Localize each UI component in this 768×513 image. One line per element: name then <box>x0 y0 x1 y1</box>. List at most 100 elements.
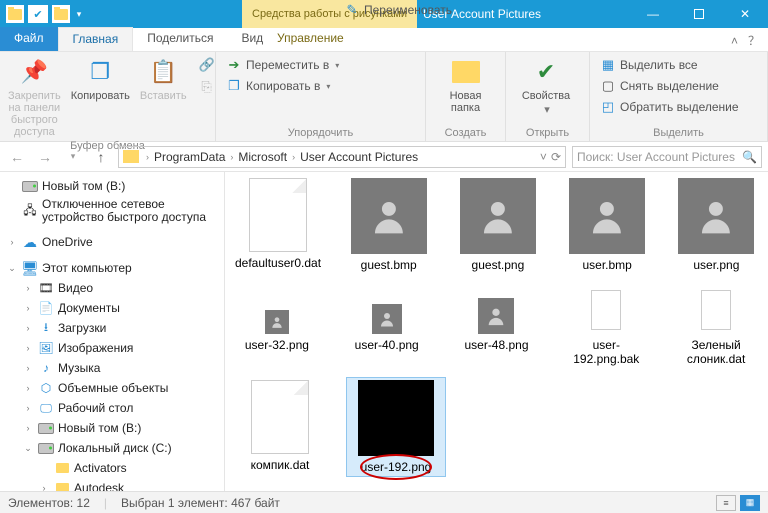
file-name: user-32.png <box>243 338 311 352</box>
nav-back-button[interactable]: ← <box>6 146 28 168</box>
nav-history-button[interactable]: ▾ <box>62 146 84 168</box>
qat-properties-icon[interactable]: ✔ <box>28 5 48 23</box>
file-item[interactable]: guest.bmp <box>345 178 432 272</box>
pin-icon: 📌 <box>18 56 50 88</box>
view-icons-button[interactable]: ▦ <box>740 495 760 511</box>
nav-forward-button[interactable]: → <box>34 146 56 168</box>
properties-icon: ✔ <box>530 56 562 88</box>
tree-drive-b[interactable]: Новый том (B:) <box>0 176 224 196</box>
file-name: компик.dat <box>249 458 312 472</box>
tree-onedrive[interactable]: ›☁OneDrive <box>0 232 224 252</box>
copy-button[interactable]: ❐ Копировать <box>71 56 130 102</box>
tree-thispc[interactable]: ⌄🖥Этот компьютер <box>0 258 224 278</box>
select-all-button[interactable]: ▦Выделить все <box>598 56 759 74</box>
tree-3dobjects[interactable]: ›⬡Объемные объекты <box>0 378 224 398</box>
chevron-down-icon: ▾ <box>335 61 339 70</box>
paste-button[interactable]: 📋 Вставить <box>140 56 187 102</box>
qat-newfolder-icon[interactable] <box>52 5 70 23</box>
copy-to-icon: ❐ <box>226 78 242 94</box>
file-item[interactable]: defaultuser0.dat <box>233 178 323 272</box>
ribbon: 📌 Закрепить на панели быстрого доступа ❐… <box>0 52 768 142</box>
selectall-icon: ▦ <box>600 57 616 73</box>
paste-shortcut-button[interactable]: ⎘ <box>197 78 217 96</box>
tree-desktop[interactable]: ›🖵Рабочий стол <box>0 398 224 418</box>
tab-picture-tools[interactable]: Управление <box>263 27 358 51</box>
chevron-down-icon: ▾ <box>326 82 330 91</box>
avatar-thumb <box>372 304 402 334</box>
tree-downloads[interactable]: ›⭳Загрузки <box>0 318 224 338</box>
search-icon: 🔍 <box>742 150 757 164</box>
file-item[interactable]: Зеленый слоник.dat <box>672 286 760 366</box>
tree-video[interactable]: ›🎞Видео <box>0 278 224 298</box>
new-folder-icon <box>450 56 482 88</box>
move-icon: ➔ <box>226 57 242 73</box>
close-button[interactable]: ✕ <box>722 0 768 28</box>
new-folder-button[interactable]: Новая папка <box>434 56 497 114</box>
group-caption-open: Открыть <box>514 125 581 139</box>
status-bar: Элементов: 12 | Выбран 1 элемент: 467 ба… <box>0 491 768 513</box>
file-name: user.bmp <box>580 258 633 272</box>
status-selection: Выбран 1 элемент: 467 байт <box>121 496 280 510</box>
tree-music[interactable]: ›♪Музыка <box>0 358 224 378</box>
tab-home[interactable]: Главная <box>58 27 134 51</box>
pin-to-quickaccess-button[interactable]: 📌 Закрепить на панели быстрого доступа <box>8 56 61 138</box>
file-item[interactable]: user.png <box>673 178 760 272</box>
file-item[interactable]: компик.dat <box>233 380 327 474</box>
invert-icon: ◰ <box>600 99 616 115</box>
file-item[interactable]: user-192.png.bak <box>562 286 650 366</box>
tree-drive-c[interactable]: ⌄Локальный диск (C:) <box>0 438 224 458</box>
tree-drive-b2[interactable]: ›Новый том (B:) <box>0 418 224 438</box>
avatar-thumb <box>265 310 289 334</box>
refresh-icon[interactable]: ⟳ <box>551 150 561 164</box>
rename-icon: ✎ <box>344 2 360 18</box>
minimize-button[interactable]: — <box>630 0 676 28</box>
search-input[interactable]: Поиск: User Account Pictures 🔍 <box>572 146 762 168</box>
tree-disconnected[interactable]: 🖧Отключенное сетевое устройство быстрого… <box>0 196 224 226</box>
file-area[interactable]: defaultuser0.dat guest.bmp guest.png use… <box>225 172 768 491</box>
rename-button[interactable]: ✎Переименовать <box>342 1 454 19</box>
properties-button[interactable]: ✔ Свойства ▾ <box>514 56 578 116</box>
nav-up-button[interactable]: ↑ <box>90 146 112 168</box>
ribbon-tabs: Файл Главная Поделиться Вид Управление ˄… <box>0 28 768 52</box>
bak-file-icon <box>591 290 621 330</box>
avatar-thumb <box>678 178 754 254</box>
file-name: Зеленый слоник.dat <box>672 338 760 366</box>
file-item[interactable]: guest.png <box>454 178 541 272</box>
address-dropdown-icon[interactable]: ˅ <box>540 150 547 164</box>
nav-tree[interactable]: Новый том (B:) 🖧Отключенное сетевое устр… <box>0 172 225 491</box>
onedrive-icon: ☁ <box>22 234 38 250</box>
file-item[interactable]: user.bmp <box>564 178 651 272</box>
tab-share[interactable]: Поделиться <box>133 27 227 51</box>
maximize-button[interactable] <box>676 0 722 28</box>
copy-icon: ❐ <box>84 56 116 88</box>
tree-pictures[interactable]: ›🖼Изображения <box>0 338 224 358</box>
avatar-thumb <box>351 178 427 254</box>
collapse-ribbon-icon[interactable]: ˄ ？ <box>731 32 760 49</box>
file-item[interactable]: user-32.png <box>233 286 321 366</box>
address-bar[interactable]: › ProgramData › Microsoft › User Account… <box>118 146 566 168</box>
group-caption-organize: Упорядочить <box>224 125 417 139</box>
copy-to-button[interactable]: ❐Копировать в▾ <box>224 77 417 95</box>
paste-icon: 📋 <box>147 56 179 88</box>
copy-path-button[interactable]: 🔗 <box>197 56 217 74</box>
shortcut-icon: ⎘ <box>199 79 215 95</box>
view-details-button[interactable]: ≡ <box>716 495 736 511</box>
breadcrumb-seg[interactable]: User Account Pictures <box>298 150 420 164</box>
group-caption-new: Создать <box>434 125 497 139</box>
invert-selection-button[interactable]: ◰Обратить выделение <box>598 98 759 116</box>
file-item-selected[interactable]: user-192.png <box>347 378 445 476</box>
file-name: guest.png <box>470 258 527 272</box>
breadcrumb-seg[interactable]: Microsoft <box>236 150 289 164</box>
select-none-button[interactable]: ▢Снять выделение <box>598 77 759 95</box>
move-to-button[interactable]: ➔Переместить в▾ <box>224 56 417 74</box>
dat-file-icon <box>249 178 307 252</box>
tree-documents[interactable]: ›📄Документы <box>0 298 224 318</box>
tree-folder-activators[interactable]: Activators <box>0 458 224 478</box>
file-item[interactable]: user-40.png <box>343 286 431 366</box>
qat-customize-icon[interactable]: ▾ <box>74 9 84 20</box>
tree-folder-autodesk[interactable]: ›Autodesk <box>0 478 224 491</box>
breadcrumb-seg[interactable]: ProgramData <box>152 150 227 164</box>
file-item[interactable]: user-48.png <box>453 286 541 366</box>
tab-file[interactable]: Файл <box>0 27 58 51</box>
dat-file-icon <box>701 290 731 330</box>
